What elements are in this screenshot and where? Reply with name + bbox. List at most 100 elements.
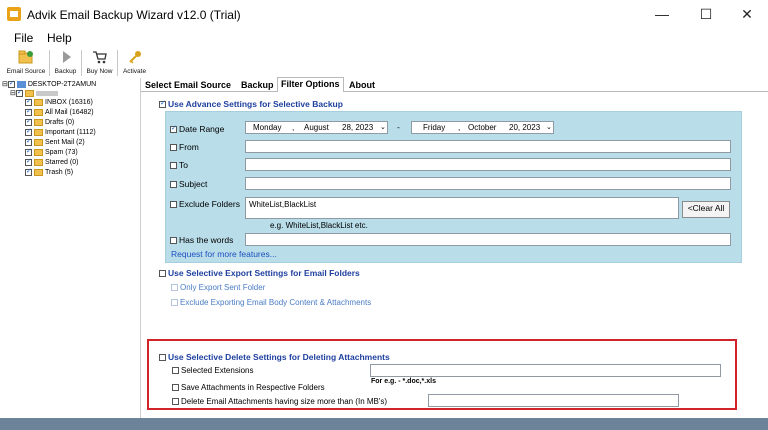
exclude-body-option[interactable]: Exclude Exporting Email Body Content & A… (171, 297, 371, 307)
backup-button[interactable]: Backup (52, 50, 79, 75)
folder-icon (34, 108, 43, 116)
folder-icon (34, 148, 43, 156)
activate-button[interactable]: Activate (120, 50, 149, 75)
window-title: Advik Email Backup Wizard v12.0 (Trial) (27, 8, 241, 22)
subject-checkbox[interactable] (170, 181, 177, 189)
date-range-option[interactable]: Date Range (170, 124, 224, 134)
account-checkbox[interactable] (15, 88, 23, 98)
tree-item-sent-mail[interactable]: Sent Mail (2) (25, 137, 96, 148)
folder-icon (34, 138, 43, 146)
date-range-checkbox[interactable] (170, 124, 177, 134)
exclude-folders-option[interactable]: Exclude Folders (170, 199, 240, 209)
from-checkbox[interactable] (170, 144, 177, 152)
clear-all-button[interactable]: <Clear All (682, 201, 730, 218)
tree-item-inbox[interactable]: INBOX (16316) (25, 97, 96, 108)
toolbar (0, 48, 768, 78)
chevron-down-icon[interactable]: ⌄ (380, 122, 386, 133)
subject-option[interactable]: Subject (170, 179, 207, 189)
subject-input[interactable] (245, 177, 731, 190)
folder-icon (34, 158, 43, 166)
only-sent-checkbox[interactable] (171, 284, 178, 292)
extensions-hint: For e.g. - *.doc,*.xls (371, 378, 436, 385)
from-input[interactable] (245, 140, 731, 153)
blurred-account-name (35, 90, 58, 96)
delete-size-checkbox[interactable] (172, 398, 179, 406)
tree-item-drafts[interactable]: Drafts (0) (25, 117, 96, 128)
export-settings-checkbox[interactable] (159, 270, 166, 278)
save-attachments-checkbox[interactable] (172, 384, 179, 392)
folder-icon (34, 118, 43, 126)
date-range-dash: - (397, 122, 400, 132)
to-input[interactable] (245, 158, 731, 171)
item-checkbox[interactable] (25, 117, 32, 127)
start-date-picker[interactable]: Monday , August 28, 2023 ⌄ (245, 121, 388, 134)
tree-item-starred[interactable]: Starred (0) (25, 157, 96, 168)
exclude-folders-input[interactable]: WhiteList,BlackList (245, 197, 679, 219)
tab-filter-options[interactable]: Filter Options (277, 77, 344, 93)
export-settings-header[interactable]: Use Selective Export Settings for Email … (159, 268, 360, 278)
buy-now-button[interactable]: Buy Now (84, 50, 115, 75)
size-limit-input[interactable] (428, 394, 679, 407)
root-checkbox[interactable] (7, 79, 15, 89)
tab-backup[interactable]: Backup (238, 79, 277, 92)
item-checkbox[interactable] (25, 127, 32, 137)
folder-icon (24, 89, 34, 97)
maximize-button[interactable]: ☐ (686, 4, 726, 26)
toolbar-separator (81, 50, 82, 76)
extensions-input[interactable] (370, 364, 721, 377)
has-words-input[interactable] (245, 233, 731, 246)
app-logo-icon (7, 7, 21, 21)
email-source-label: Email Source (6, 68, 46, 75)
to-checkbox[interactable] (170, 162, 177, 170)
request-features-link[interactable]: Request for more features... (171, 249, 277, 259)
item-checkbox[interactable] (25, 97, 32, 107)
tab-select-email-source[interactable]: Select Email Source (142, 79, 234, 92)
folder-icon (34, 168, 43, 176)
menu-file[interactable]: File (14, 31, 33, 45)
from-option[interactable]: From (170, 142, 199, 152)
exclude-folders-checkbox[interactable] (170, 201, 177, 209)
tree-item-important[interactable]: Important (1112) (25, 127, 96, 138)
folder-icon (34, 98, 43, 106)
chevron-down-icon[interactable]: ⌄ (546, 122, 552, 133)
menu-bar (0, 30, 768, 48)
backup-label: Backup (54, 68, 77, 75)
folder-add-icon (18, 50, 33, 64)
computer-icon (16, 80, 26, 88)
has-words-checkbox[interactable] (170, 237, 177, 245)
tree-item-trash[interactable]: Trash (5) (25, 167, 96, 178)
selected-extensions-option[interactable]: Selected Extensions (172, 366, 254, 375)
selected-extensions-checkbox[interactable] (172, 367, 179, 375)
close-button[interactable]: ✕ (727, 4, 767, 26)
tree-item-spam[interactable]: Spam (73) (25, 147, 96, 158)
tab-about[interactable]: About (346, 79, 378, 92)
menu-help[interactable]: Help (47, 31, 72, 45)
toolbar-separator (49, 50, 50, 76)
has-words-option[interactable]: Has the words (170, 235, 233, 245)
item-checkbox[interactable] (25, 167, 32, 177)
cart-icon (92, 51, 107, 64)
exclude-body-checkbox[interactable] (171, 299, 178, 307)
item-checkbox[interactable] (25, 107, 32, 117)
email-source-button[interactable]: Email Source (5, 50, 47, 75)
end-date-picker[interactable]: Friday , October 20, 2023 ⌄ (411, 121, 554, 134)
folder-icon (34, 128, 43, 136)
status-bar (0, 418, 768, 430)
minimize-button[interactable]: — (642, 4, 682, 26)
delete-size-option[interactable]: Delete Email Attachments having size mor… (172, 397, 387, 406)
save-attachments-option[interactable]: Save Attachments in Respective Folders (172, 383, 325, 392)
item-checkbox[interactable] (25, 157, 32, 167)
to-option[interactable]: To (170, 160, 188, 170)
item-checkbox[interactable] (25, 147, 32, 157)
advance-settings-checkbox[interactable] (159, 99, 166, 109)
buy-now-label: Buy Now (86, 68, 113, 75)
delete-settings-checkbox[interactable] (159, 354, 166, 362)
item-checkbox[interactable] (25, 137, 32, 147)
only-sent-option[interactable]: Only Export Sent Folder (171, 282, 265, 292)
delete-settings-header[interactable]: Use Selective Delete Settings for Deleti… (159, 352, 390, 362)
activate-label: Activate (122, 68, 147, 75)
key-icon (128, 51, 141, 64)
advance-settings-header[interactable]: Use Advance Settings for Selective Backu… (159, 99, 343, 109)
tree-item-all-mail[interactable]: All Mail (16482) (25, 107, 96, 118)
exclude-folders-hint: e.g. WhiteList,BlackList etc. (270, 221, 368, 230)
